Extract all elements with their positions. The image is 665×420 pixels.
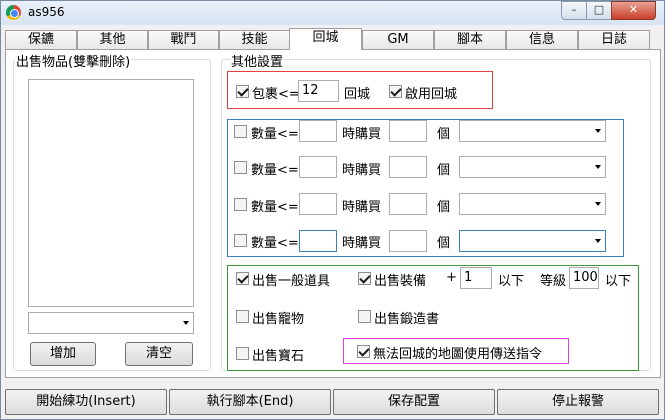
buy-row-checkbox[interactable] [234, 125, 247, 138]
buy-row-qty-label: 數量<= [251, 236, 299, 251]
app-icon [6, 5, 21, 20]
window-title: as956 [28, 5, 65, 19]
sell-pet-checkbox[interactable] [236, 310, 249, 323]
buy-row-qty-label: 數量<= [251, 127, 299, 142]
sell-gem-checkbox[interactable] [236, 347, 249, 360]
main-window: as956 – □ ✕ 保鑣 其他 戰鬥 技能 回城 GM 腳本 信息 日誌 出… [0, 0, 665, 420]
chevron-down-icon [183, 321, 189, 325]
buy-row-qty-input[interactable] [299, 230, 337, 252]
buy-row-checkbox[interactable] [234, 234, 247, 247]
tab-other[interactable]: 其他 [77, 30, 148, 49]
buy-row-qty-input[interactable] [299, 156, 337, 178]
buy-row-item-combo[interactable] [459, 156, 606, 178]
clear-button[interactable]: 清空 [125, 342, 193, 366]
sell-equip-checkbox[interactable] [358, 272, 371, 285]
minimize-button[interactable]: – [561, 1, 587, 20]
buy-row-qty-label: 數量<= [251, 200, 299, 215]
sell-items-list[interactable] [28, 79, 194, 307]
title-bar: as956 – □ ✕ [1, 1, 664, 25]
bag-limit-suffix: 回城 [344, 87, 371, 102]
close-button[interactable]: ✕ [611, 1, 656, 20]
level-label: 等級 [540, 274, 567, 289]
other-settings-title: 其他設置 [230, 51, 285, 70]
buy-row-count-input[interactable] [389, 120, 427, 142]
below-label: 以下 [498, 274, 525, 289]
buy-row-item-combo[interactable] [459, 230, 606, 252]
tab-bar: 保鑣 其他 戰鬥 技能 回城 GM 腳本 信息 日誌 [5, 28, 661, 50]
buy-row-mid-label: 時購買 [342, 127, 382, 142]
buy-row-count-input[interactable] [389, 230, 427, 252]
sell-pet-label: 出售寵物 [252, 312, 305, 327]
teleport-label: 無法回城的地圖使用傳送指令 [373, 347, 543, 362]
bag-limit-label: 包裹<= [252, 87, 300, 102]
sell-item-combo[interactable] [28, 312, 194, 334]
buy-row-count-input[interactable] [389, 156, 427, 178]
tab-skills[interactable]: 技能 [219, 30, 290, 49]
buy-row-qty-input[interactable] [299, 193, 337, 215]
teleport-checkbox[interactable] [357, 345, 370, 358]
buy-row-mid-label: 時購買 [342, 163, 382, 178]
maximize-button[interactable]: □ [586, 1, 612, 20]
sell-general-label: 出售一般道具 [252, 274, 331, 289]
enable-return-checkbox[interactable] [389, 85, 402, 98]
tab-log[interactable]: 日誌 [578, 30, 650, 49]
chevron-down-icon [595, 165, 601, 169]
buy-row-unit-label: 個 [437, 163, 451, 178]
sell-general-checkbox[interactable] [236, 272, 249, 285]
tab-return-town[interactable]: 回城 [289, 28, 362, 50]
chevron-down-icon [595, 202, 601, 206]
start-training-button[interactable]: 開始練功(Insert) [5, 389, 167, 415]
buy-row-unit-label: 個 [437, 200, 451, 215]
buy-row-qty-input[interactable] [299, 120, 337, 142]
equip-level-input[interactable]: 100 [569, 267, 599, 289]
sell-forge-book-checkbox[interactable] [358, 310, 371, 323]
run-script-button[interactable]: 執行腳本(End) [169, 389, 331, 415]
buy-row-item-combo[interactable] [459, 193, 606, 215]
tab-messages[interactable]: 信息 [506, 30, 578, 49]
buy-row-mid-label: 時購買 [342, 236, 382, 251]
plus-label: + [446, 270, 457, 285]
stop-alarm-button[interactable]: 停止報警 [497, 389, 659, 415]
tab-bodyguard[interactable]: 保鑣 [5, 30, 77, 49]
buy-row-checkbox[interactable] [234, 198, 247, 211]
add-button[interactable]: 增加 [30, 342, 96, 366]
enable-return-label: 啟用回城 [405, 87, 458, 102]
sell-forge-book-label: 出售鍛造書 [374, 312, 440, 327]
tab-gm[interactable]: GM [362, 30, 434, 49]
tab-battle[interactable]: 戰鬥 [148, 30, 219, 49]
buy-row-mid-label: 時購買 [342, 200, 382, 215]
buy-row-qty-label: 數量<= [251, 163, 299, 178]
buy-row-unit-label: 個 [437, 236, 451, 251]
sell-gem-label: 出售寶石 [252, 349, 305, 364]
sell-items-title: 出售物品(雙擊刪除) [15, 51, 132, 70]
bottom-toolbar: 開始練功(Insert) 執行腳本(End) 保存配置 停止報警 [5, 389, 661, 415]
buy-row-item-combo[interactable] [459, 120, 606, 142]
equip-plus-input[interactable]: 1 [460, 267, 492, 289]
bag-limit-input[interactable]: 12 [298, 80, 339, 102]
tab-script[interactable]: 腳本 [434, 30, 506, 49]
chevron-down-icon [595, 129, 601, 133]
below-level-label: 以下 [605, 274, 632, 289]
buy-row-unit-label: 個 [437, 127, 451, 142]
buy-row-count-input[interactable] [389, 193, 427, 215]
buy-row-checkbox[interactable] [234, 161, 247, 174]
save-config-button[interactable]: 保存配置 [333, 389, 495, 415]
bag-limit-checkbox[interactable] [236, 85, 249, 98]
sell-equip-label: 出售裝備 [374, 274, 427, 289]
chevron-down-icon [595, 239, 601, 243]
